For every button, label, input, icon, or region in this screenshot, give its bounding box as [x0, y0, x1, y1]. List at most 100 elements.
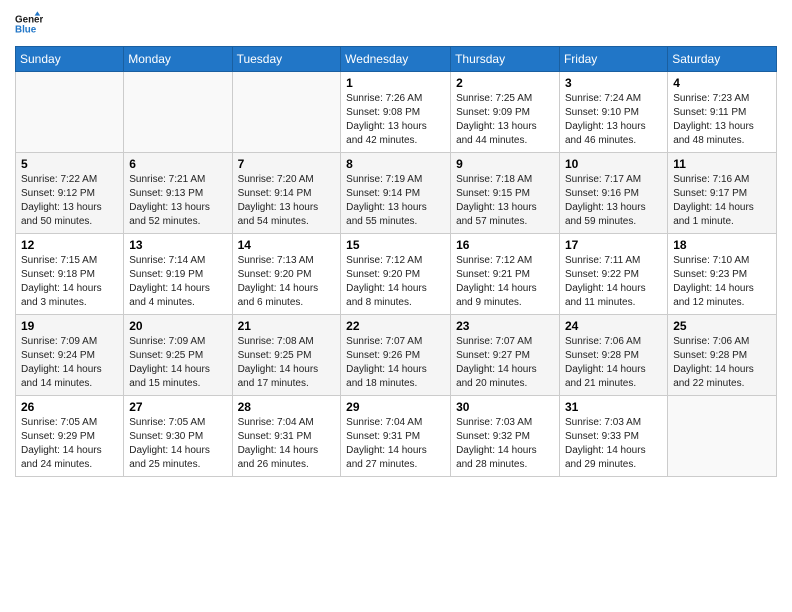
weekday-header-tuesday: Tuesday	[232, 47, 341, 72]
day-cell: 17 Sunrise: 7:11 AMSunset: 9:22 PMDayligh…	[559, 234, 667, 315]
day-cell: 7Sunrise: 7:20 AMSunset: 9:14 PMDaylight…	[232, 153, 341, 234]
day-cell: 15Sunrise: 7:12 AMSunset: 9:20 PMDayligh…	[341, 234, 451, 315]
day-cell: 10 Sunrise: 7:17 AMSunset: 9:16 PMDayligh…	[559, 153, 667, 234]
logo: General Blue	[15, 10, 47, 38]
day-info: Sunrise: 7:20 AMSunset: 9:14 PMDaylight:…	[238, 173, 336, 229]
day-number: 20	[129, 319, 226, 333]
day-cell: 18 Sunrise: 7:10 AMSunset: 9:23 PMDayligh…	[668, 234, 777, 315]
day-number: 2	[456, 76, 554, 90]
weekday-header-friday: Friday	[559, 47, 667, 72]
weekday-header-monday: Monday	[124, 47, 232, 72]
day-cell: 16Sunrise: 7:12 AMSunset: 9:21 PMDayligh…	[451, 234, 560, 315]
day-number: 30	[456, 400, 554, 414]
day-number: 28	[238, 400, 336, 414]
day-info: Sunrise: 7:15 AMSunset: 9:18 PMDaylight:…	[21, 254, 118, 310]
day-number: 24	[565, 319, 662, 333]
day-number: 5	[21, 157, 118, 171]
day-info: Sunrise: 7:13 AMSunset: 9:20 PMDaylight:…	[238, 254, 336, 310]
day-number: 27	[129, 400, 226, 414]
day-number: 29	[346, 400, 445, 414]
day-number: 3	[565, 76, 662, 90]
day-info: Sunrise: 7:24 AMSunset: 9:10 PMDaylight:…	[565, 92, 662, 148]
day-number: 31	[565, 400, 662, 414]
day-number: 9	[456, 157, 554, 171]
day-info: Sunrise: 7:17 AMSunset: 9:16 PMDaylight:…	[565, 173, 662, 229]
day-info: Sunrise: 7:07 AMSunset: 9:26 PMDaylight:…	[346, 335, 445, 391]
day-number: 18	[673, 238, 771, 252]
day-info: Sunrise: 7:26 AMSunset: 9:08 PMDaylight:…	[346, 92, 445, 148]
svg-text:Blue: Blue	[15, 24, 37, 35]
day-info: Sunrise: 7:06 AMSunset: 9:28 PMDaylight:…	[673, 335, 771, 391]
day-number: 23	[456, 319, 554, 333]
weekday-header-row: SundayMondayTuesdayWednesdayThursdayFrid…	[16, 47, 777, 72]
day-cell: 14 Sunrise: 7:13 AMSunset: 9:20 PMDayligh…	[232, 234, 341, 315]
day-number: 4	[673, 76, 771, 90]
day-cell: 21Sunrise: 7:08 AMSunset: 9:25 PMDayligh…	[232, 315, 341, 396]
day-cell: 24 Sunrise: 7:06 AMSunset: 9:28 PMDayligh…	[559, 315, 667, 396]
day-number: 22	[346, 319, 445, 333]
logo-icon: General Blue	[15, 10, 43, 38]
day-cell: 26 Sunrise: 7:05 AMSunset: 9:29 PMDayligh…	[16, 396, 124, 477]
day-cell: 30 Sunrise: 7:03 AMSunset: 9:32 PMDayligh…	[451, 396, 560, 477]
day-number: 10	[565, 157, 662, 171]
day-info: Sunrise: 7:03 AMSunset: 9:32 PMDaylight:…	[456, 416, 554, 472]
page: General Blue SundayMondayTuesdayWednesda…	[0, 0, 792, 612]
header: General Blue	[15, 10, 777, 38]
day-cell: 31 Sunrise: 7:03 AMSunset: 9:33 PMDayligh…	[559, 396, 667, 477]
day-number: 25	[673, 319, 771, 333]
day-cell	[16, 72, 124, 153]
day-cell	[668, 396, 777, 477]
week-row-1: 1Sunrise: 7:26 AMSunset: 9:08 PMDaylight…	[16, 72, 777, 153]
day-number: 12	[21, 238, 118, 252]
day-number: 6	[129, 157, 226, 171]
day-info: Sunrise: 7:21 AMSunset: 9:13 PMDaylight:…	[129, 173, 226, 229]
day-info: Sunrise: 7:22 AMSunset: 9:12 PMDaylight:…	[21, 173, 118, 229]
day-info: Sunrise: 7:05 AMSunset: 9:29 PMDaylight:…	[21, 416, 118, 472]
day-cell: 3 Sunrise: 7:24 AMSunset: 9:10 PMDaylight…	[559, 72, 667, 153]
day-number: 14	[238, 238, 336, 252]
day-cell: 12 Sunrise: 7:15 AMSunset: 9:18 PMDayligh…	[16, 234, 124, 315]
day-cell: 4Sunrise: 7:23 AMSunset: 9:11 PMDaylight…	[668, 72, 777, 153]
day-cell: 1Sunrise: 7:26 AMSunset: 9:08 PMDaylight…	[341, 72, 451, 153]
calendar-table: SundayMondayTuesdayWednesdayThursdayFrid…	[15, 46, 777, 477]
day-info: Sunrise: 7:06 AMSunset: 9:28 PMDaylight:…	[565, 335, 662, 391]
day-info: Sunrise: 7:09 AMSunset: 9:24 PMDaylight:…	[21, 335, 118, 391]
day-cell: 5 Sunrise: 7:22 AMSunset: 9:12 PMDaylight…	[16, 153, 124, 234]
day-cell: 22 Sunrise: 7:07 AMSunset: 9:26 PMDayligh…	[341, 315, 451, 396]
day-cell: 13Sunrise: 7:14 AMSunset: 9:19 PMDayligh…	[124, 234, 232, 315]
day-info: Sunrise: 7:10 AMSunset: 9:23 PMDaylight:…	[673, 254, 771, 310]
weekday-header-sunday: Sunday	[16, 47, 124, 72]
day-cell: 11Sunrise: 7:16 AMSunset: 9:17 PMDayligh…	[668, 153, 777, 234]
day-cell: 28 Sunrise: 7:04 AMSunset: 9:31 PMDayligh…	[232, 396, 341, 477]
day-number: 21	[238, 319, 336, 333]
day-info: Sunrise: 7:05 AMSunset: 9:30 PMDaylight:…	[129, 416, 226, 472]
day-number: 17	[565, 238, 662, 252]
day-number: 13	[129, 238, 226, 252]
week-row-5: 26 Sunrise: 7:05 AMSunset: 9:29 PMDayligh…	[16, 396, 777, 477]
day-cell	[124, 72, 232, 153]
week-row-3: 12 Sunrise: 7:15 AMSunset: 9:18 PMDayligh…	[16, 234, 777, 315]
day-info: Sunrise: 7:19 AMSunset: 9:14 PMDaylight:…	[346, 173, 445, 229]
day-number: 11	[673, 157, 771, 171]
day-number: 8	[346, 157, 445, 171]
day-info: Sunrise: 7:25 AMSunset: 9:09 PMDaylight:…	[456, 92, 554, 148]
day-info: Sunrise: 7:07 AMSunset: 9:27 PMDaylight:…	[456, 335, 554, 391]
weekday-header-thursday: Thursday	[451, 47, 560, 72]
day-cell: 20Sunrise: 7:09 AMSunset: 9:25 PMDayligh…	[124, 315, 232, 396]
day-number: 26	[21, 400, 118, 414]
day-info: Sunrise: 7:18 AMSunset: 9:15 PMDaylight:…	[456, 173, 554, 229]
week-row-4: 19 Sunrise: 7:09 AMSunset: 9:24 PMDayligh…	[16, 315, 777, 396]
day-cell	[232, 72, 341, 153]
day-info: Sunrise: 7:04 AMSunset: 9:31 PMDaylight:…	[238, 416, 336, 472]
day-cell: 8 Sunrise: 7:19 AMSunset: 9:14 PMDaylight…	[341, 153, 451, 234]
day-cell: 27 Sunrise: 7:05 AMSunset: 9:30 PMDayligh…	[124, 396, 232, 477]
day-info: Sunrise: 7:12 AMSunset: 9:20 PMDaylight:…	[346, 254, 445, 310]
day-info: Sunrise: 7:11 AMSunset: 9:22 PMDaylight:…	[565, 254, 662, 310]
day-cell: 23 Sunrise: 7:07 AMSunset: 9:27 PMDayligh…	[451, 315, 560, 396]
day-cell: 25 Sunrise: 7:06 AMSunset: 9:28 PMDayligh…	[668, 315, 777, 396]
day-info: Sunrise: 7:03 AMSunset: 9:33 PMDaylight:…	[565, 416, 662, 472]
day-number: 19	[21, 319, 118, 333]
day-info: Sunrise: 7:12 AMSunset: 9:21 PMDaylight:…	[456, 254, 554, 310]
week-row-2: 5 Sunrise: 7:22 AMSunset: 9:12 PMDaylight…	[16, 153, 777, 234]
day-cell: 29Sunrise: 7:04 AMSunset: 9:31 PMDayligh…	[341, 396, 451, 477]
